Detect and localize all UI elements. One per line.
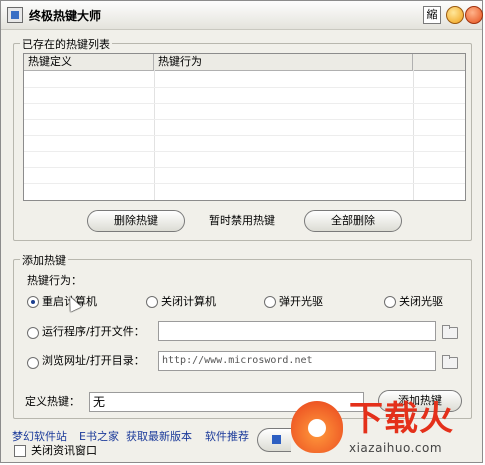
link-ebook-home[interactable]: E书之家 (79, 428, 119, 444)
folder-open-icon[interactable] (440, 352, 458, 370)
run-program-input[interactable] (158, 321, 436, 341)
title-bar: 终极热键大师 縮 (1, 1, 483, 30)
radio-shutdown[interactable] (146, 296, 158, 308)
link-software-recommend[interactable]: 软件推荐 (205, 428, 249, 444)
radio-restart[interactable] (27, 296, 39, 308)
app-window: 终极热键大师 縮 已存在的热键列表 热键定义 热键行为 删除热键 暂时禁用热键 … (0, 0, 483, 463)
run-program-label[interactable]: 运行程序/打开文件： (42, 325, 145, 339)
radio-close-cd-label[interactable]: 关闭光驱 (399, 295, 443, 309)
column-hotkey-definition[interactable]: 热键定义 (24, 54, 154, 70)
app-icon (7, 7, 23, 23)
watermark-brand: 下载火 (349, 399, 454, 439)
partial-button[interactable] (257, 428, 291, 452)
close-info-label[interactable]: 关闭资讯窗口 (31, 444, 97, 458)
radio-close-cd[interactable] (384, 296, 396, 308)
delete-all-button[interactable]: 全部删除 (304, 210, 402, 232)
column-extra[interactable] (413, 54, 465, 70)
window-title: 终极热键大师 (29, 9, 102, 23)
link-dream-software[interactable]: 梦幻软件站 (12, 428, 67, 444)
delete-hotkey-button[interactable]: 删除热键 (87, 210, 185, 232)
browse-url-input[interactable]: http://www.microsword.net (158, 351, 436, 371)
hotkey-list-legend: 已存在的热键列表 (20, 36, 112, 52)
radio-shutdown-label[interactable]: 关闭计算机 (161, 295, 216, 309)
radio-browse-url[interactable] (27, 357, 39, 369)
table-header: 热键定义 热键行为 (24, 54, 465, 71)
radio-run-program[interactable] (27, 327, 39, 339)
hotkey-behavior-label: 热键行为： (27, 274, 82, 287)
browse-url-label[interactable]: 浏览网址/打开目录： (42, 354, 145, 368)
disable-hotkey-button[interactable]: 暂时禁用热键 (209, 214, 275, 228)
watermark-logo: 下载火 xiazaihuo.com (291, 399, 481, 461)
watermark-url: xiazaihuo.com (349, 441, 443, 455)
radio-eject-cd-label[interactable]: 弹开光驱 (279, 295, 323, 309)
flame-icon (291, 401, 343, 453)
hotkey-table[interactable]: 热键定义 热键行为 (23, 53, 466, 201)
define-hotkey-label: 定义热键： (25, 395, 80, 408)
shrink-button[interactable]: 縮 (423, 6, 441, 24)
radio-eject-cd[interactable] (264, 296, 276, 308)
folder-open-icon[interactable] (440, 322, 458, 340)
close-info-checkbox[interactable] (14, 445, 26, 457)
link-latest-version[interactable]: 获取最新版本 (126, 428, 192, 444)
column-hotkey-action[interactable]: 热键行为 (154, 54, 413, 70)
minimize-button[interactable] (446, 6, 464, 24)
close-button[interactable] (465, 6, 483, 24)
add-hotkey-legend: 添加热键 (20, 252, 68, 268)
